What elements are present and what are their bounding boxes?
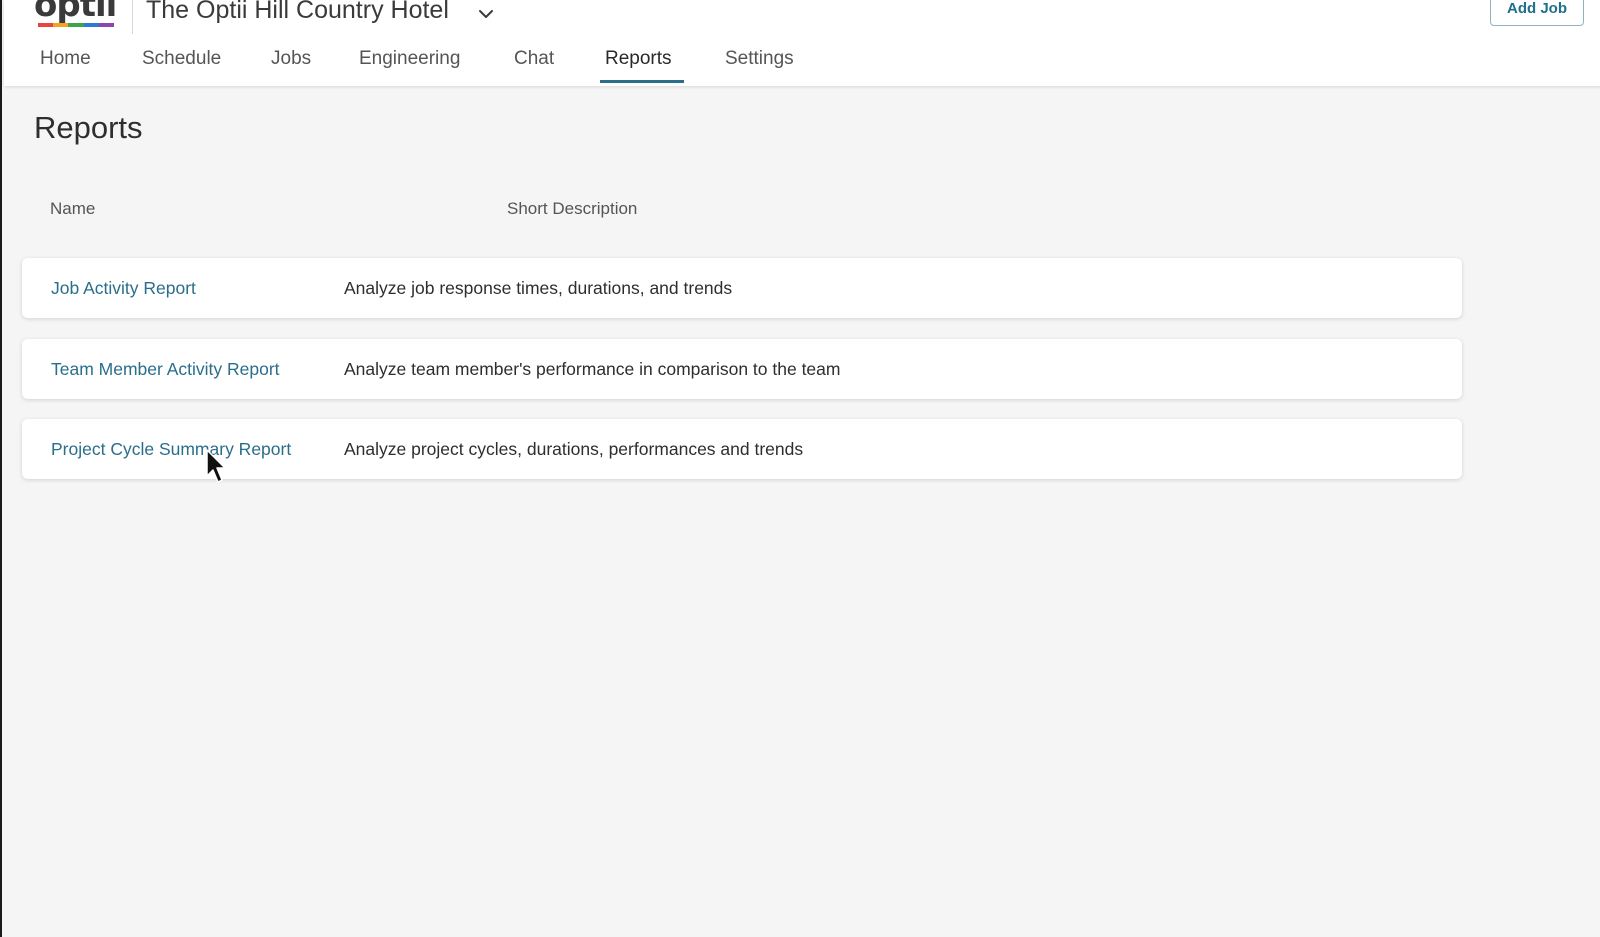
- logo-bar-segment: [68, 23, 84, 27]
- report-name-link[interactable]: Job Activity Report: [51, 278, 196, 299]
- column-header-description: Short Description: [507, 199, 638, 218]
- report-description: Analyze team member's performance in com…: [344, 359, 841, 379]
- report-description: Analyze job response times, durations, a…: [344, 278, 733, 298]
- main-nav-tabs: Home Schedule Jobs Engineering Chat Repo…: [4, 48, 1004, 86]
- add-job-button[interactable]: Add Job: [1490, 0, 1584, 26]
- mouse-cursor-icon: [206, 449, 226, 483]
- header-divider: [132, 0, 133, 34]
- chevron-down-icon[interactable]: [476, 4, 496, 24]
- tab-settings[interactable]: Settings: [725, 48, 794, 84]
- report-name-link[interactable]: Project Cycle Summary Report: [51, 439, 291, 460]
- column-header-name: Name: [50, 199, 96, 218]
- top-header: optii The Optii Hill Country Hotel Add J…: [4, 0, 1600, 86]
- report-description: Analyze project cycles, durations, perfo…: [344, 439, 804, 459]
- logo-bar-segment: [38, 23, 54, 27]
- report-name-link[interactable]: Team Member Activity Report: [51, 359, 280, 380]
- logo-color-bar: [38, 23, 115, 27]
- optii-logo[interactable]: optii: [34, 0, 117, 32]
- active-tab-indicator: [600, 80, 684, 83]
- logo-bar-segment: [83, 23, 99, 27]
- logo-text: optii: [34, 0, 117, 25]
- app-window: optii The Optii Hill Country Hotel Add J…: [0, 0, 1600, 937]
- report-row-project-cycle-summary[interactable]: Project Cycle Summary Report Analyze pro…: [22, 419, 1462, 479]
- logo-bar-segment: [53, 23, 69, 27]
- tab-home[interactable]: Home: [40, 48, 91, 84]
- hotel-selector-label[interactable]: The Optii Hill Country Hotel: [146, 0, 449, 25]
- report-row-team-member-activity[interactable]: Team Member Activity Report Analyze team…: [22, 339, 1462, 399]
- tab-engineering[interactable]: Engineering: [359, 48, 460, 84]
- tab-jobs[interactable]: Jobs: [271, 48, 311, 84]
- tab-reports[interactable]: Reports: [605, 48, 672, 84]
- report-row-job-activity[interactable]: Job Activity Report Analyze job response…: [22, 258, 1462, 318]
- tab-chat[interactable]: Chat: [514, 48, 554, 84]
- tab-schedule[interactable]: Schedule: [142, 48, 221, 84]
- logo-bar-segment: [98, 23, 115, 27]
- page-title: Reports: [34, 110, 143, 145]
